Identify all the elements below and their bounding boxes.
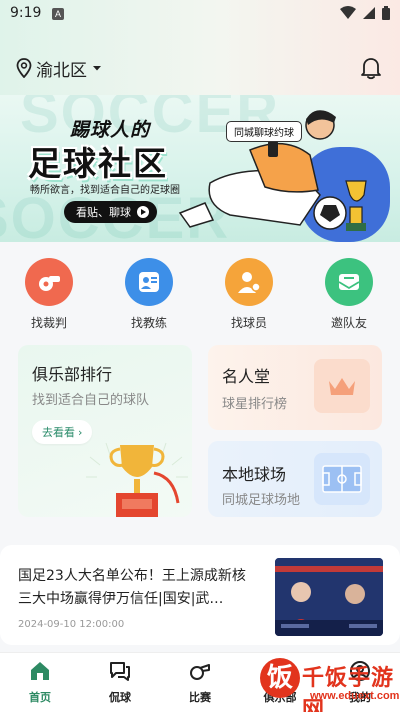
banner-subtitle: 畅所欲言，找到适合自己的足球圈 — [30, 185, 180, 196]
quick-actions: 找裁判 找教练 找球员 邀队友 — [0, 258, 400, 334]
wifi-icon — [340, 6, 356, 19]
watermark-logo: 饭 — [260, 658, 300, 698]
status-time: 9:19 — [10, 5, 42, 21]
location-label: 渝北区 — [36, 60, 87, 81]
watermark-text: 千饭手游网 — [302, 666, 395, 712]
caret-down-icon — [93, 66, 101, 71]
banner-cta-label: 看贴、聊球 — [76, 206, 131, 219]
banner-cta-button[interactable]: 看贴、聊球 — [64, 201, 157, 223]
whistle-icon — [25, 258, 73, 306]
quick-action-label: 邀队友 — [330, 316, 367, 330]
hall-of-fame-subtitle: 球星排行榜 — [222, 397, 288, 412]
bell-icon — [361, 58, 381, 80]
club-ranking-title: 俱乐部排行 — [32, 365, 113, 384]
club-ranking-card[interactable]: 俱乐部排行 找到适合自己的球队 去看看 › — [18, 345, 192, 517]
quick-action-find-coach[interactable]: 找教练 — [117, 258, 181, 331]
watermark-url: www.eduext.com — [310, 690, 400, 702]
quick-action-find-player[interactable]: 找球员 — [217, 258, 281, 331]
local-field-title: 本地球场 — [222, 465, 287, 484]
status-icons — [340, 6, 390, 20]
news-timestamp: 2024-09-10 12:00:00 — [18, 619, 125, 630]
location-pin-icon — [16, 58, 32, 78]
banner-tag: 同城聊球约球 — [226, 121, 302, 142]
banner-title-line2: 足球社区 — [28, 144, 168, 183]
hall-of-fame-title: 名人堂 — [222, 367, 271, 386]
quick-action-label: 找裁判 — [30, 316, 67, 330]
player-icon — [225, 258, 273, 306]
local-field-card[interactable]: 本地球场 同城足球场地 — [208, 441, 382, 517]
news-item[interactable]: 国足23人大名单公布！王上源成新核 三大中场赢得伊万信任|国安|武… 2024-… — [0, 545, 400, 645]
tab-home[interactable]: 首页 — [7, 659, 73, 705]
news-title: 国足23人大名单公布！王上源成新核 三大中场赢得伊万信任|国安|武… — [18, 568, 246, 607]
quick-action-find-referee[interactable]: 找裁判 — [17, 258, 81, 331]
quick-action-invite-teammate[interactable]: 邀队友 — [317, 258, 381, 331]
crown-icon — [314, 359, 370, 413]
site-watermark: 饭 千饭手游网 www.eduext.com — [214, 652, 399, 712]
trophy-icon — [86, 442, 188, 517]
notification-badge: A — [52, 8, 64, 20]
local-field-subtitle: 同城足球场地 — [222, 493, 301, 508]
location-selector[interactable]: 渝北区 — [16, 55, 103, 81]
quick-action-label: 找教练 — [130, 316, 167, 330]
signal-icon — [363, 7, 375, 19]
quick-action-label: 找球员 — [230, 316, 267, 330]
pitch-icon — [314, 453, 370, 505]
invite-icon — [325, 258, 373, 306]
club-ranking-subtitle: 找到适合自己的球队 — [32, 393, 150, 408]
chat-icon — [110, 662, 130, 681]
hall-of-fame-card[interactable]: 名人堂 球星排行榜 — [208, 345, 382, 430]
club-ranking-button-label: 去看看 — [42, 426, 75, 439]
play-icon — [137, 206, 149, 218]
status-bar: 9:19 A — [0, 0, 400, 28]
coach-icon — [125, 258, 173, 306]
promo-banner[interactable]: SOCCER SOCCER 同城聊球约球 踢球人的 足球社区 畅所欲言，找到适合… — [0, 95, 400, 242]
tab-chat[interactable]: 侃球 — [87, 659, 153, 705]
home-icon — [31, 662, 49, 680]
news-thumbnail — [275, 558, 383, 636]
tab-label: 侃球 — [109, 691, 131, 704]
battery-icon — [382, 6, 390, 20]
whistle-icon — [190, 664, 210, 680]
tab-label: 首页 — [29, 691, 51, 704]
notification-button[interactable] — [360, 56, 382, 84]
